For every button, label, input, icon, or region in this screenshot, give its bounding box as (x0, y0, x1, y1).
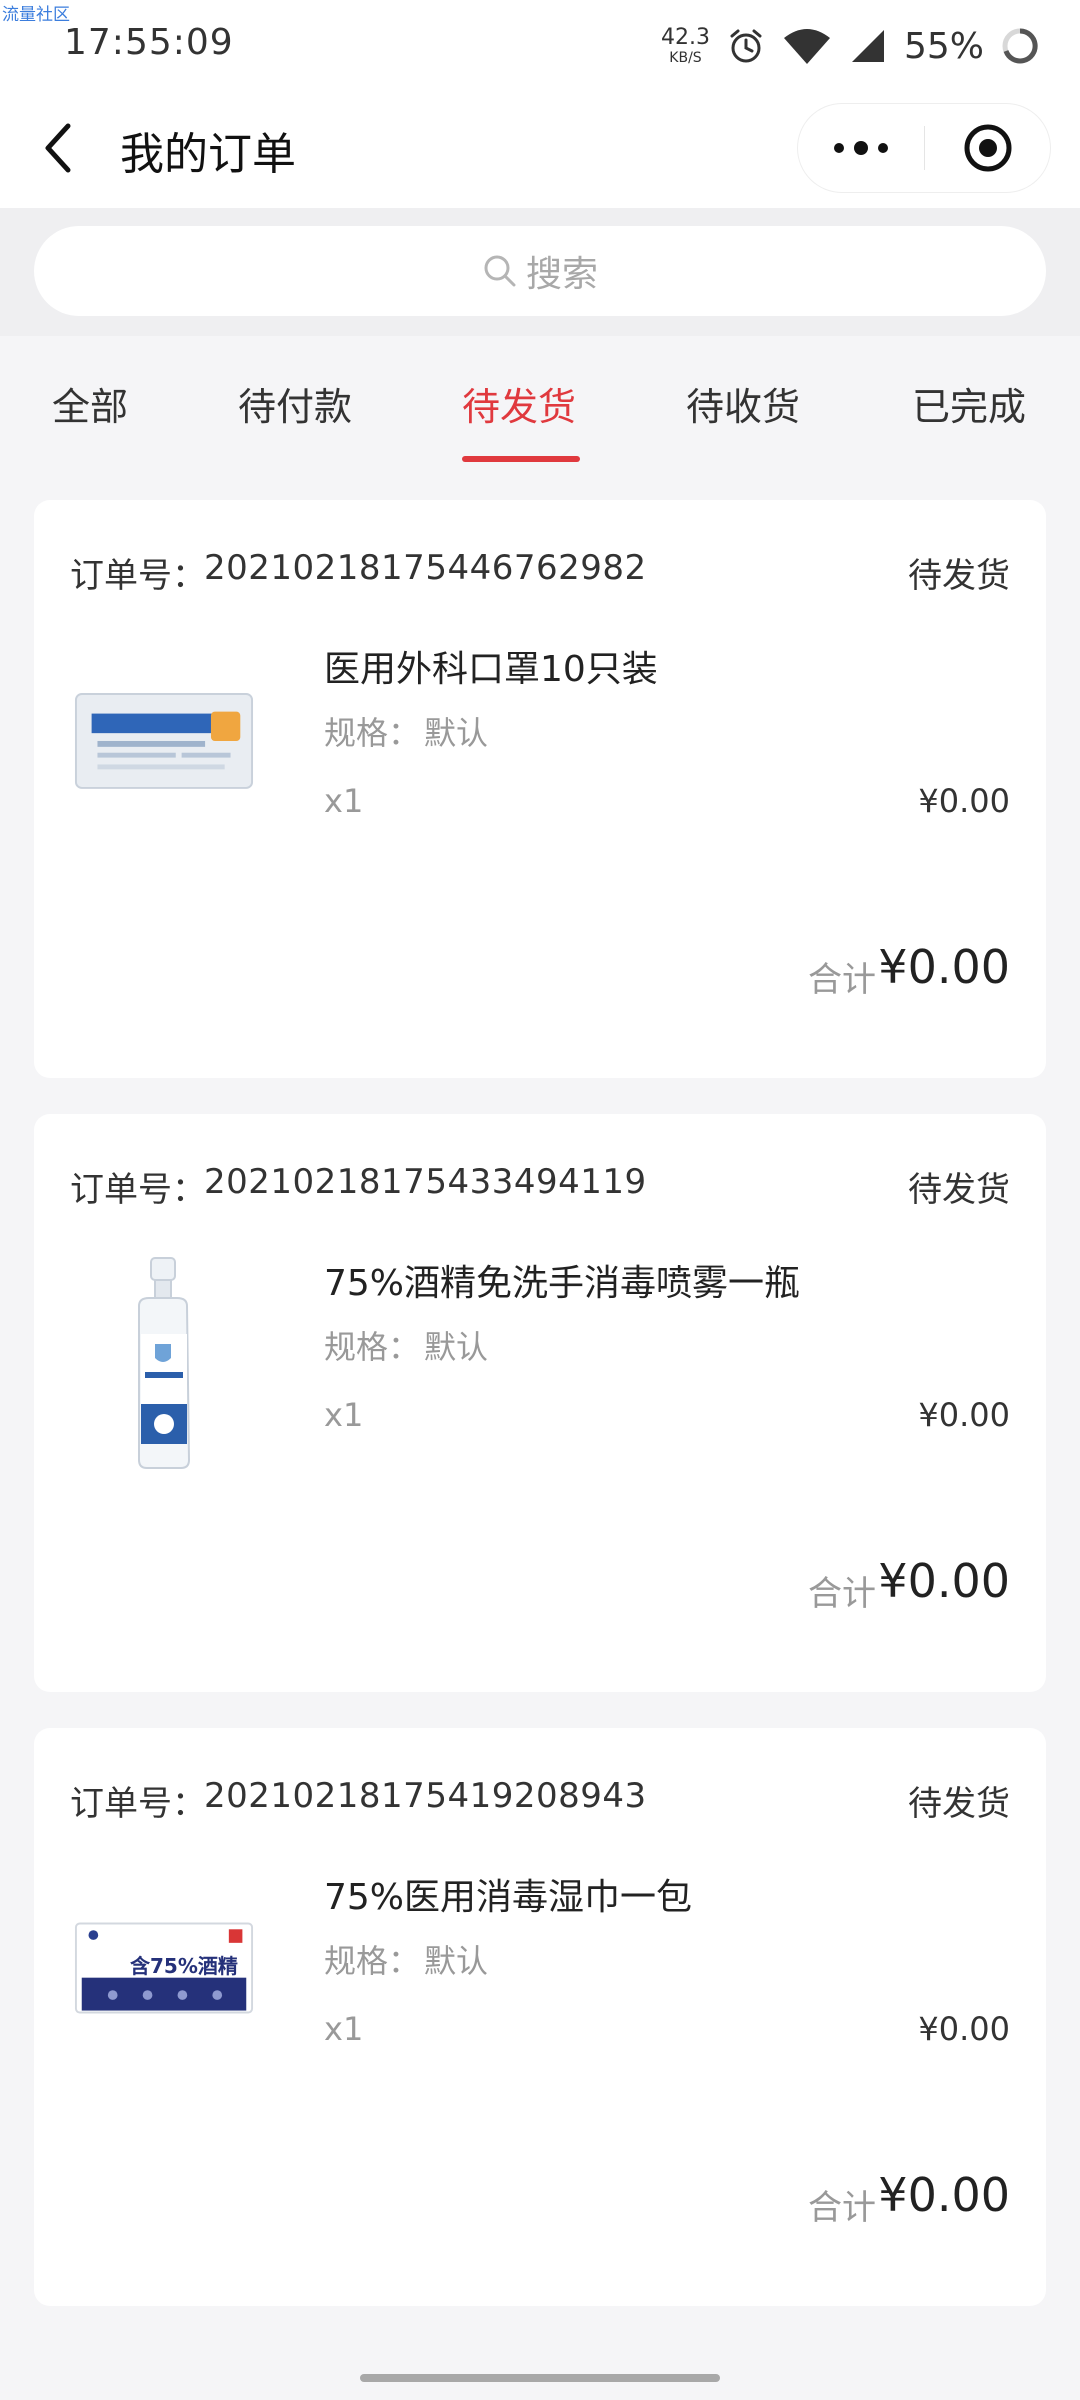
order-number-label: 订单号： (70, 1170, 206, 1210)
alarm-icon (726, 26, 766, 66)
unit-price: ¥0.00 (918, 782, 1010, 820)
wipes-package-image: 含75%酒精 (74, 1878, 254, 2058)
order-card[interactable]: 订单号： 20210218175433494119 待发货 75%酒精免洗手消毒… (34, 1114, 1046, 1692)
active-tab-indicator (462, 456, 580, 462)
close-mini-program-button[interactable] (925, 104, 1050, 192)
signal-icon (848, 26, 888, 66)
tab-pending-shipment[interactable]: 待发货 (462, 376, 576, 431)
more-button[interactable] (798, 104, 924, 192)
spec-value: 默认 (424, 1328, 489, 1366)
search-placeholder: 搜索 (525, 254, 598, 295)
net-speed: 42.3 KB/S (661, 25, 710, 66)
product-name: 医用外科口罩10只装 (324, 649, 658, 690)
status-time: 17:55:09 (64, 22, 234, 63)
chevron-left-icon (45, 123, 71, 173)
tab-all[interactable]: 全部 (52, 376, 128, 431)
total-label: 合计 (808, 1574, 876, 1614)
wifi-icon (782, 26, 832, 66)
order-number: 20210218175446762982 (204, 548, 647, 588)
quantity: x1 (324, 782, 364, 820)
battery-ring-icon (1000, 26, 1040, 66)
watermark-label: 流量社区 (2, 5, 70, 25)
search-icon (482, 253, 518, 289)
battery-percentage: 55% (903, 25, 984, 67)
home-indicator[interactable] (360, 2374, 720, 2382)
search-area: 搜索 (0, 208, 1080, 336)
order-card[interactable]: 订单号： 20210218175419208943 待发货 含75%酒精 75%… (34, 1728, 1046, 2306)
tab-pending-receipt[interactable]: 待收货 (686, 376, 800, 431)
net-speed-unit: KB/S (669, 50, 702, 66)
order-number-label: 订单号： (70, 1784, 206, 1824)
quantity: x1 (324, 2010, 364, 2048)
spec-value: 默认 (424, 714, 489, 752)
order-status-tabs: 全部 待付款 待发货 待收货 已完成 (0, 336, 1080, 466)
target-circle-icon (964, 124, 1011, 172)
unit-price: ¥0.00 (918, 2010, 1010, 2048)
status-icons: 42.3 KB/S 55% (661, 18, 1040, 74)
unit-price: ¥0.00 (918, 1396, 1010, 1434)
net-speed-value: 42.3 (661, 25, 710, 50)
mini-program-capsule (798, 104, 1050, 192)
tab-pending-payment[interactable]: 待付款 (238, 376, 352, 431)
tab-completed[interactable]: 已完成 (912, 376, 1026, 431)
total-amount: ¥0.00 (878, 2168, 1010, 2222)
search-input[interactable]: 搜索 (34, 226, 1046, 316)
order-status: 待发货 (908, 556, 1010, 596)
wipes-package-label: 含75%酒精 (130, 1954, 238, 1978)
order-number: 20210218175433494119 (204, 1162, 647, 1202)
order-number: 20210218175419208943 (204, 1776, 647, 1816)
product-name: 75%酒精免洗手消毒喷雾一瓶 (324, 1263, 801, 1304)
total-amount: ¥0.00 (878, 940, 1010, 994)
order-card[interactable]: 订单号： 20210218175446762982 待发货 医用外科口罩10只装… (34, 500, 1046, 1078)
order-number-label: 订单号： (70, 556, 206, 596)
spec-value: 默认 (424, 1942, 489, 1980)
nav-bar: 我的订单 (0, 90, 1080, 208)
order-status: 待发货 (908, 1784, 1010, 1824)
page-title: 我的订单 (120, 129, 296, 180)
back-button[interactable] (38, 118, 78, 178)
product-name: 75%医用消毒湿巾一包 (324, 1877, 693, 1918)
spec-label: 规格： (324, 1942, 421, 1980)
spray-bottle-image (74, 1254, 254, 1474)
order-status: 待发货 (908, 1170, 1010, 1210)
total-label: 合计 (808, 960, 876, 1000)
quantity: x1 (324, 1396, 364, 1434)
total-label: 合计 (808, 2188, 876, 2228)
total-amount: ¥0.00 (878, 1554, 1010, 1608)
spec-label: 规格： (324, 714, 421, 752)
status-bar: 流量社区 17:55:09 42.3 KB/S 55% (0, 0, 1080, 90)
more-dots-icon (834, 141, 888, 155)
mask-package-image (74, 650, 254, 830)
spec-label: 规格： (324, 1328, 421, 1366)
